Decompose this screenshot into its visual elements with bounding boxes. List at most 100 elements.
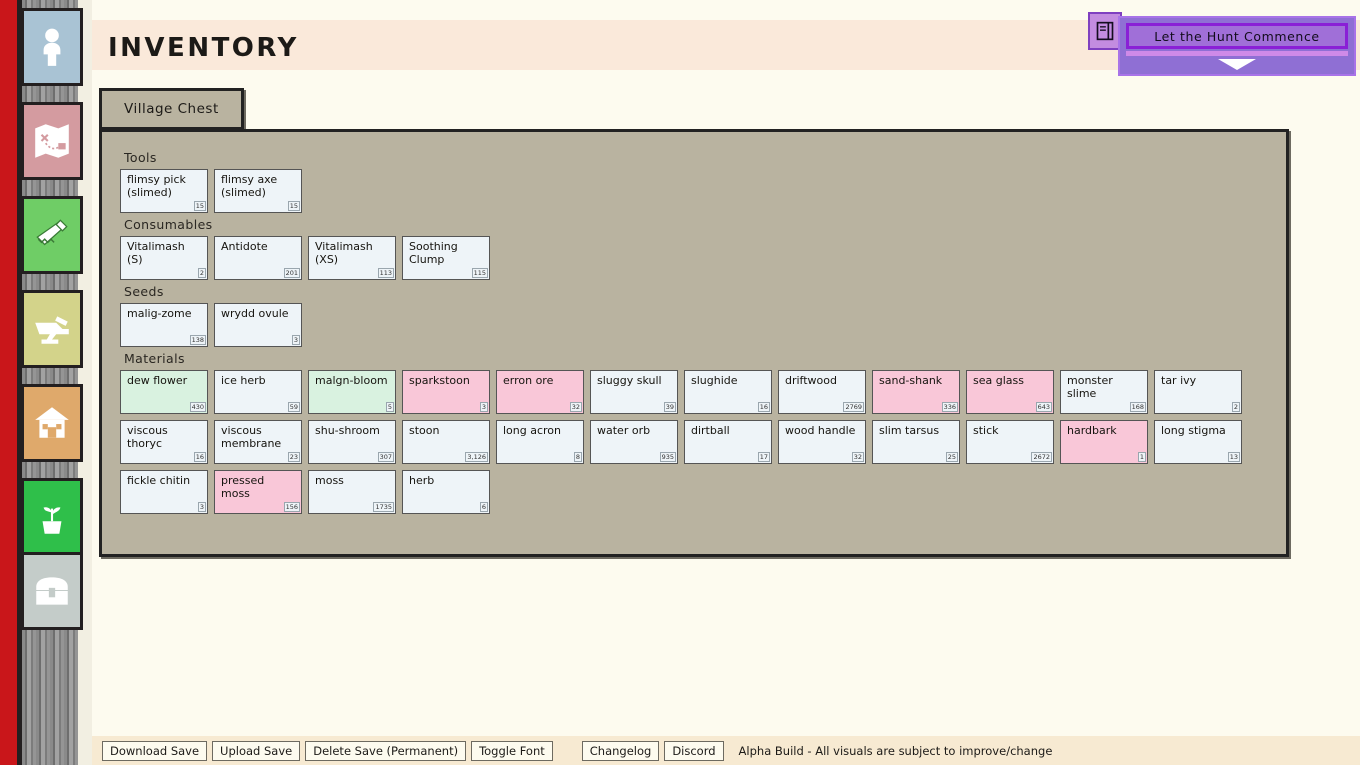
inventory-item[interactable]: herb6: [402, 470, 490, 514]
inventory-item[interactable]: wrydd ovule3: [214, 303, 302, 347]
item-count: 3: [292, 335, 300, 345]
item-count: 3: [198, 502, 206, 512]
character-icon: [31, 26, 73, 68]
inventory-item[interactable]: Antidote201: [214, 236, 302, 280]
sidebar-item-village[interactable]: [21, 384, 83, 462]
inventory-item[interactable]: malig-zome138: [120, 303, 208, 347]
inventory-item[interactable]: Soothing Clump115: [402, 236, 490, 280]
changelog-link[interactable]: Changelog: [582, 741, 660, 761]
inventory-item[interactable]: dirtball17: [684, 420, 772, 464]
item-name: wood handle: [785, 425, 860, 438]
inventory-item[interactable]: malgn-bloom5: [308, 370, 396, 414]
inventory-item[interactable]: flimsy axe (slimed)15: [214, 169, 302, 213]
inventory-item[interactable]: Vitalimash (XS) 113: [308, 236, 396, 280]
page-title: Inventory: [108, 33, 299, 63]
item-count: 39: [664, 402, 676, 412]
section-label: Seeds: [124, 284, 1268, 299]
item-name: ice herb: [221, 375, 296, 388]
build-note: Alpha Build - All visuals are subject to…: [739, 744, 1053, 758]
inventory-item[interactable]: stick2672: [966, 420, 1054, 464]
item-count: 168: [1130, 402, 1146, 412]
item-count: 113: [378, 268, 394, 278]
item-count: 1735: [373, 502, 394, 512]
hunt-accent-bar: [1126, 51, 1348, 56]
item-name: slughide: [691, 375, 766, 388]
chevron-down-icon[interactable]: [1218, 59, 1256, 70]
inventory-item[interactable]: long stigma 13: [1154, 420, 1242, 464]
sidebar-item-character[interactable]: [21, 8, 83, 86]
sidebar-item-crafting[interactable]: [21, 196, 83, 274]
inventory-item[interactable]: moss 1735: [308, 470, 396, 514]
anvil-icon: [31, 308, 73, 350]
item-name: sluggy skull: [597, 375, 672, 388]
sidebar-item-garden[interactable]: [21, 478, 83, 556]
inventory-item[interactable]: pressed moss 156: [214, 470, 302, 514]
inventory-item[interactable]: hardbark1: [1060, 420, 1148, 464]
inventory-item[interactable]: driftwood2769: [778, 370, 866, 414]
book-icon[interactable]: [1088, 12, 1122, 50]
hunt-label: Let the Hunt Commence: [1154, 29, 1319, 44]
item-name: water orb: [597, 425, 672, 438]
item-name: slim tarsus: [879, 425, 954, 438]
item-name: Vitalimash (XS): [315, 241, 390, 266]
item-count: 2769: [843, 402, 864, 412]
upload-save-button[interactable]: Upload Save: [212, 741, 300, 761]
inventory-item[interactable]: ice herb59: [214, 370, 302, 414]
hunt-widget: Let the Hunt Commence: [1088, 12, 1356, 76]
item-name: moss: [315, 475, 390, 488]
discord-link[interactable]: Discord: [664, 741, 723, 761]
item-count: 1: [1138, 452, 1146, 462]
house-icon: [31, 402, 73, 444]
item-name: erron ore: [503, 375, 578, 388]
item-grid: flimsy pick (slimed)15flimsy axe (slimed…: [120, 169, 1268, 213]
section-label: Materials: [124, 351, 1268, 366]
item-count: 935: [660, 452, 676, 462]
inventory-item[interactable]: erron ore32: [496, 370, 584, 414]
item-name: tar ivy: [1161, 375, 1236, 388]
hunt-button[interactable]: Let the Hunt Commence: [1126, 23, 1348, 49]
inventory-item[interactable]: shu-shroom307: [308, 420, 396, 464]
item-name: monster slime: [1067, 375, 1142, 400]
inventory-item[interactable]: slughide16: [684, 370, 772, 414]
toggle-font-button[interactable]: Toggle Font: [471, 741, 553, 761]
item-count: 156: [284, 502, 300, 512]
item-name: viscous membrane: [221, 425, 296, 450]
download-save-button[interactable]: Download Save: [102, 741, 207, 761]
item-name: fickle chitin: [127, 475, 202, 488]
inventory-item[interactable]: slim tarsus25: [872, 420, 960, 464]
item-count: 13: [1228, 452, 1240, 462]
item-grid: malig-zome138wrydd ovule3: [120, 303, 1268, 347]
sidebar-item-chest[interactable]: [21, 552, 83, 630]
item-count: 5: [386, 402, 394, 412]
item-name: flimsy axe (slimed): [221, 174, 296, 199]
item-name: Vitalimash (S): [127, 241, 202, 266]
inventory-item[interactable]: fickle chitin 3: [120, 470, 208, 514]
inventory-item[interactable]: wood handle32: [778, 420, 866, 464]
item-count: 6: [480, 502, 488, 512]
delete-save-button[interactable]: Delete Save (Permanent): [305, 741, 466, 761]
item-count: 201: [284, 268, 300, 278]
inventory-item[interactable]: monster slime 168: [1060, 370, 1148, 414]
inventory-item[interactable]: water orb 935: [590, 420, 678, 464]
inventory-item[interactable]: viscous membrane23: [214, 420, 302, 464]
inventory-item[interactable]: sand-shank336: [872, 370, 960, 414]
item-name: pressed moss: [221, 475, 296, 500]
inventory-item[interactable]: long acron8: [496, 420, 584, 464]
inventory-item[interactable]: dew flower430: [120, 370, 208, 414]
inventory-item[interactable]: stoon3,126: [402, 420, 490, 464]
inventory-item[interactable]: sparkstoon3: [402, 370, 490, 414]
item-count: 336: [942, 402, 958, 412]
inventory-item[interactable]: sea glass643: [966, 370, 1054, 414]
map-icon: [31, 120, 73, 162]
inventory-item[interactable]: Vitalimash (S)2: [120, 236, 208, 280]
inventory-item[interactable]: tar ivy2: [1154, 370, 1242, 414]
inventory-item[interactable]: sluggy skull 39: [590, 370, 678, 414]
sidebar-item-smithing[interactable]: [21, 290, 83, 368]
item-name: long stigma: [1161, 425, 1236, 438]
inventory-item[interactable]: viscous thoryc16: [120, 420, 208, 464]
item-name: flimsy pick (slimed): [127, 174, 202, 199]
sidebar-item-map[interactable]: [21, 102, 83, 180]
inventory-item[interactable]: flimsy pick (slimed)15: [120, 169, 208, 213]
inventory-panel: Toolsflimsy pick (slimed)15flimsy axe (s…: [99, 129, 1289, 557]
tab-village-chest[interactable]: Village Chest: [99, 88, 244, 130]
